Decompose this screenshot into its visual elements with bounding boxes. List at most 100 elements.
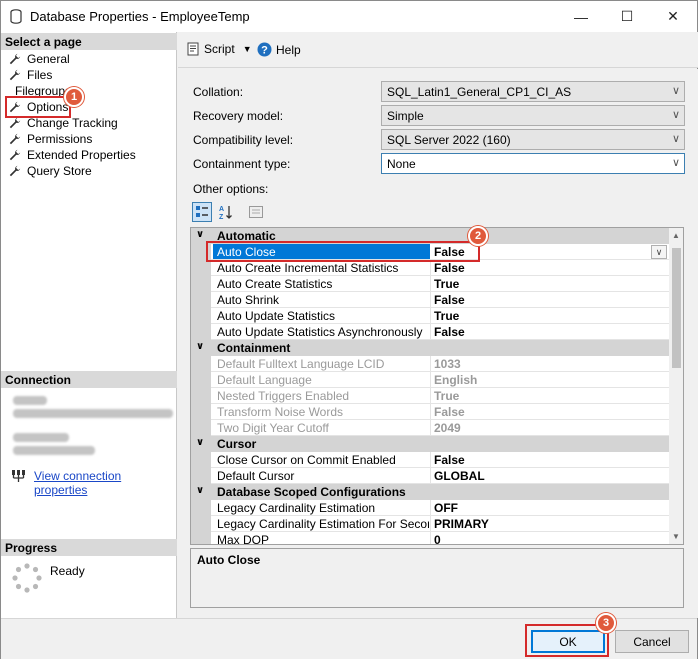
- collapse-icon[interactable]: ∨: [196, 485, 204, 496]
- progress-status: Ready: [50, 564, 85, 578]
- alphabetical-sort-icon[interactable]: AZ: [216, 202, 236, 222]
- column-separator: [430, 292, 431, 308]
- property-row-two-digit-year-cutoff[interactable]: Two Digit Year Cutoff 2049: [191, 420, 669, 436]
- property-name: Legacy Cardinality Estimation: [217, 501, 376, 515]
- recovery-model-select[interactable]: Simple ∨: [381, 105, 685, 126]
- compatibility-level-select[interactable]: SQL Server 2022 (160) ∨: [381, 129, 685, 150]
- property-name: Auto Create Incremental Statistics: [217, 261, 399, 275]
- blurred-server-value: [13, 409, 173, 418]
- property-value[interactable]: OFF: [434, 501, 458, 515]
- connection-icon: [12, 470, 25, 482]
- recovery-model-label: Recovery model:: [193, 109, 284, 123]
- row-gutter: [191, 404, 211, 420]
- containment-type-value: None: [387, 157, 416, 171]
- property-row-default-fulltext-language-lcid[interactable]: Default Fulltext Language LCID 1033: [191, 356, 669, 372]
- wrench-icon: [9, 53, 21, 65]
- title-bar: Database Properties - EmployeeTemp — ☐ ✕: [1, 1, 697, 32]
- property-row-close-cursor-on-commit[interactable]: Close Cursor on Commit Enabled False: [191, 452, 669, 468]
- property-value[interactable]: False: [434, 293, 465, 307]
- column-separator: [430, 372, 431, 388]
- row-gutter: [191, 420, 211, 436]
- cancel-button[interactable]: Cancel: [615, 630, 689, 653]
- minimize-button[interactable]: —: [558, 1, 604, 32]
- wrench-icon: [9, 69, 21, 81]
- property-value[interactable]: PRIMARY: [434, 517, 489, 531]
- property-row-legacy-cardinality-estimation-secondary[interactable]: Legacy Cardinality Estimation For Second…: [191, 516, 669, 532]
- collapse-icon[interactable]: ∨: [196, 341, 204, 352]
- property-grid-toolbar: AZ: [192, 202, 266, 222]
- category-containment[interactable]: ∨ Containment: [191, 340, 669, 356]
- property-row-auto-update-statistics[interactable]: Auto Update Statistics True: [191, 308, 669, 324]
- page-item-label: Files: [27, 68, 53, 82]
- maximize-button[interactable]: ☐: [604, 1, 650, 32]
- compatibility-level-value: SQL Server 2022 (160): [387, 133, 511, 147]
- row-gutter: [191, 500, 211, 516]
- property-name: Legacy Cardinality Estimation For Second…: [217, 517, 429, 531]
- property-row-nested-triggers-enabled[interactable]: Nested Triggers Enabled True: [191, 388, 669, 404]
- property-value[interactable]: False: [434, 261, 465, 275]
- property-grid-scrollbar[interactable]: ▲ ▼: [669, 228, 683, 544]
- scroll-up-icon[interactable]: ▲: [672, 231, 680, 240]
- category-cursor[interactable]: ∨ Cursor: [191, 436, 669, 452]
- property-row-auto-shrink[interactable]: Auto Shrink False: [191, 292, 669, 308]
- row-gutter: [191, 388, 211, 404]
- help-icon: ?: [257, 42, 272, 57]
- property-value: 2049: [434, 421, 461, 435]
- help-button[interactable]: ? Help: [257, 42, 301, 57]
- categorized-icon[interactable]: [192, 202, 212, 222]
- property-name: Auto Update Statistics: [217, 309, 336, 323]
- chevron-down-icon[interactable]: ∨: [651, 245, 667, 259]
- view-connection-properties-link[interactable]: View connection properties: [34, 469, 176, 497]
- property-row-transform-noise-words[interactable]: Transform Noise Words False: [191, 404, 669, 420]
- category-database-scoped-configurations[interactable]: ∨ Database Scoped Configurations: [191, 484, 669, 500]
- collapse-icon[interactable]: ∨: [196, 229, 204, 240]
- page-item-permissions[interactable]: Permissions: [9, 131, 92, 147]
- column-separator: [430, 468, 431, 484]
- row-gutter: [191, 276, 211, 292]
- scroll-down-icon[interactable]: ▼: [672, 532, 680, 541]
- page-item-query-store[interactable]: Query Store: [9, 163, 92, 179]
- property-row-auto-update-statistics-async[interactable]: Auto Update Statistics Asynchronously Fa…: [191, 324, 669, 340]
- row-gutter: [191, 356, 211, 372]
- property-value[interactable]: False: [434, 453, 465, 467]
- property-value[interactable]: 0: [434, 533, 441, 544]
- page-item-label: Permissions: [27, 132, 93, 146]
- property-row-max-dop[interactable]: Max DOP 0: [191, 532, 669, 544]
- category-label: Cursor: [217, 437, 257, 451]
- page-item-extended-properties[interactable]: Extended Properties: [9, 147, 136, 163]
- property-pages-icon[interactable]: [246, 202, 266, 222]
- step-badge-2: 2: [468, 226, 488, 246]
- wrench-icon: [9, 117, 21, 129]
- script-button[interactable]: Script ▼: [186, 42, 252, 56]
- database-properties-window: Database Properties - EmployeeTemp — ☐ ✕…: [0, 0, 698, 659]
- property-row-auto-create-statistics[interactable]: Auto Create Statistics True: [191, 276, 669, 292]
- collapse-icon[interactable]: ∨: [196, 437, 204, 448]
- property-row-default-language[interactable]: Default Language English: [191, 372, 669, 388]
- row-gutter: [191, 324, 211, 340]
- column-separator: [430, 404, 431, 420]
- property-name: Auto Create Statistics: [217, 277, 333, 291]
- property-name: Default Fulltext Language LCID: [217, 357, 385, 371]
- close-button[interactable]: ✕: [650, 1, 696, 32]
- collation-value: SQL_Latin1_General_CP1_CI_AS: [387, 85, 572, 99]
- step-badge-1: 1: [64, 87, 84, 107]
- property-value: False: [434, 405, 465, 419]
- property-value[interactable]: False: [434, 325, 465, 339]
- property-value[interactable]: True: [434, 277, 459, 291]
- page-item-general[interactable]: General: [9, 51, 70, 67]
- collation-select[interactable]: SQL_Latin1_General_CP1_CI_AS ∨: [381, 81, 685, 102]
- property-value[interactable]: GLOBAL: [434, 469, 485, 483]
- wrench-icon: [9, 149, 21, 161]
- page-item-files[interactable]: Files: [9, 67, 52, 83]
- window-title: Database Properties - EmployeeTemp: [30, 9, 250, 24]
- row-gutter: [191, 516, 211, 532]
- property-row-default-cursor[interactable]: Default Cursor GLOBAL: [191, 468, 669, 484]
- containment-type-select[interactable]: None ∨: [381, 153, 685, 174]
- property-row-auto-create-incremental-statistics[interactable]: Auto Create Incremental Statistics False: [191, 260, 669, 276]
- property-row-legacy-cardinality-estimation[interactable]: Legacy Cardinality Estimation OFF: [191, 500, 669, 516]
- toolbar: Script ▼ ? Help: [178, 32, 698, 68]
- scrollbar-thumb[interactable]: [672, 248, 681, 368]
- chevron-down-icon[interactable]: ▼: [243, 44, 252, 54]
- page-item-label: Query Store: [27, 164, 92, 178]
- property-value[interactable]: True: [434, 309, 459, 323]
